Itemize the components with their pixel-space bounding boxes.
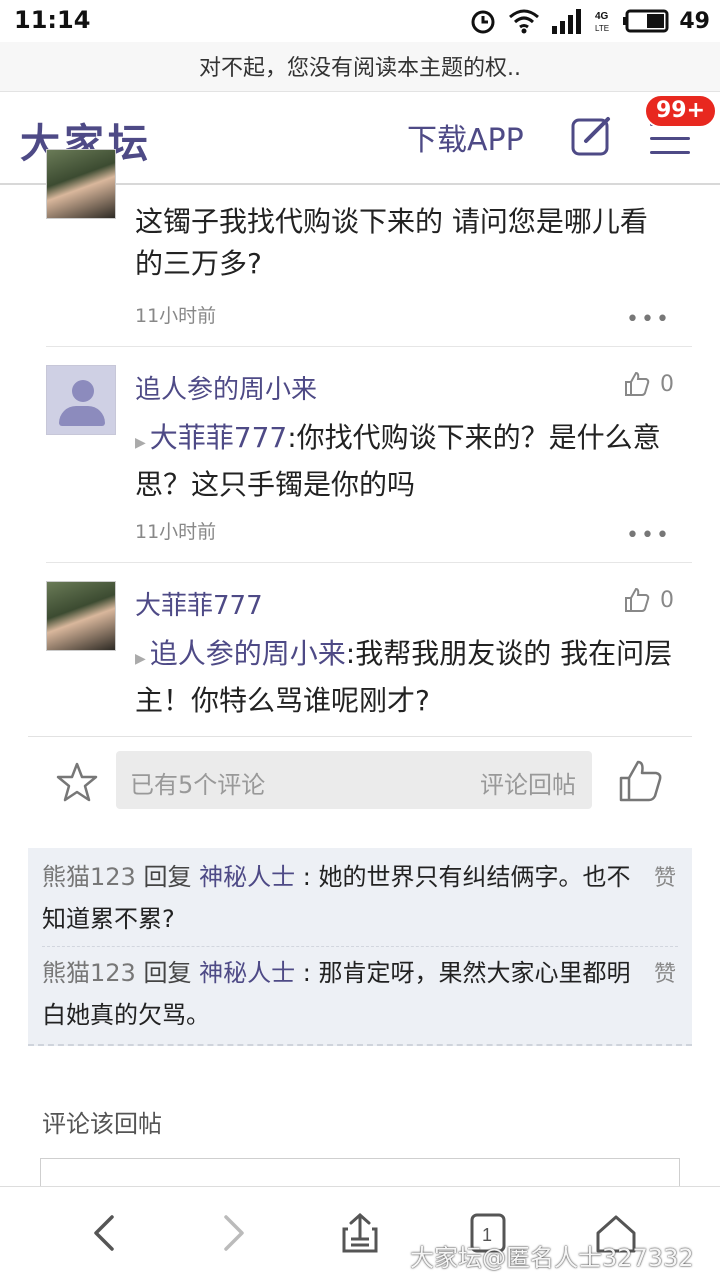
comment-time: 11小时前 [135,521,217,543]
sub-reply: 熊猫123 回复 神秘人士 : 她的世界只有纠结俩字。也不知道累不累? [42,856,642,940]
sub-reply-target[interactable]: 神秘人士 [199,959,295,987]
avatar[interactable] [46,149,116,219]
alarm-icon [471,10,495,34]
status-icons: 4G LTE 49 [469,6,710,36]
divider [42,946,678,947]
comment-count-placeholder: 已有5个评论 [130,771,266,799]
4g-lte-icon: 4G LTE [595,11,609,33]
forward-icon[interactable] [210,1211,254,1255]
zan-button[interactable]: 赞 [654,956,676,988]
thumbs-up-icon [625,371,650,396]
menu-icon[interactable] [650,123,690,157]
signal-icon [552,9,582,34]
page-title-bar: 对不起，您没有阅读本主题的权.. [0,42,720,92]
edit-icon[interactable] [570,113,614,157]
comment-item: 这镯子我找代购谈下来的 请问您是哪儿看的三万多? 11小时前 ••• [0,149,720,347]
comment-text: ▶ 大菲菲777:你找代购谈下来的？是什么意思？这只手镯是你的吗 [135,421,661,501]
sub-reply-user[interactable]: 熊猫123 [42,959,136,987]
comment-input[interactable]: 已有5个评论 评论回帖 [116,751,592,809]
comment-item: 大菲菲777 0 ▶ 追人参的周小来:我帮我朋友谈的 我在问层主！你特么骂谁呢刚才… [0,563,720,733]
notification-badge[interactable]: 99+ [644,94,718,128]
comment-text: 这镯子我找代购谈下来的 请问您是哪儿看的三万多? [135,205,648,280]
thumbs-up-icon [625,587,650,612]
comment-author[interactable]: 大菲菲777 [135,585,263,622]
wifi-icon [509,9,540,34]
like-count: 0 [660,371,674,397]
reply-button[interactable]: 评论回帖 [480,765,576,800]
battery-level: 49 [679,8,710,34]
like-button[interactable]: 0 [624,371,674,397]
mention-link[interactable]: 追人参的周小来 [150,637,346,670]
sub-reply-target[interactable]: 神秘人士 [199,863,295,891]
comment-time: 11小时前 [135,305,217,327]
status-bar: 11:14 4G LTE 49 [0,0,720,42]
comment-author[interactable]: 追人参的周小来 [135,369,317,406]
star-icon[interactable] [56,761,98,803]
mention-link[interactable]: 大菲菲777 [150,421,287,454]
download-app-link[interactable]: 下载APP [407,115,524,159]
battery-icon [623,9,669,33]
divider [28,1044,692,1046]
comment-input-bar: 已有5个评论 评论回帖 [28,736,692,826]
sub-reply-user[interactable]: 熊猫123 [42,863,136,891]
reply-keyword: 回复 [143,863,192,891]
like-button[interactable]: 0 [624,587,674,613]
zan-button[interactable]: 赞 [654,860,676,892]
back-icon[interactable] [84,1211,128,1255]
thumbs-up-icon[interactable] [618,759,664,803]
avatar[interactable] [46,581,116,651]
like-count: 0 [660,587,674,613]
sub-reply-list: 熊猫123 回复 神秘人士 : 她的世界只有纠结俩字。也不知道累不累? 赞 熊猫… [28,848,692,1046]
more-options-icon[interactable]: ••• [626,523,671,548]
svg-text:4G: 4G [595,11,609,22]
svg-text:LTE: LTE [595,24,609,33]
comment-item: 追人参的周小来 0 ▶ 大菲菲777:你找代购谈下来的？是什么意思？这只手镯是你的… [0,347,720,562]
sub-reply: 熊猫123 回复 神秘人士 : 那肯定呀，果然大家心里都明白她真的欠骂。 [42,952,642,1036]
watermark: 大家坛@匿名人士327332 [410,1244,694,1272]
comment-section-label: 评论该回帖 [42,1110,162,1138]
reply-keyword: 回复 [143,959,192,987]
status-time: 11:14 [14,6,91,34]
more-options-icon[interactable]: ••• [626,307,671,332]
page-title: 对不起，您没有阅读本主题的权.. [199,56,521,81]
avatar[interactable] [46,365,116,435]
share-icon[interactable] [338,1211,382,1255]
comment-text: ▶ 追人参的周小来:我帮我朋友谈的 我在问层主！你特么骂谁呢刚才? [135,637,673,717]
